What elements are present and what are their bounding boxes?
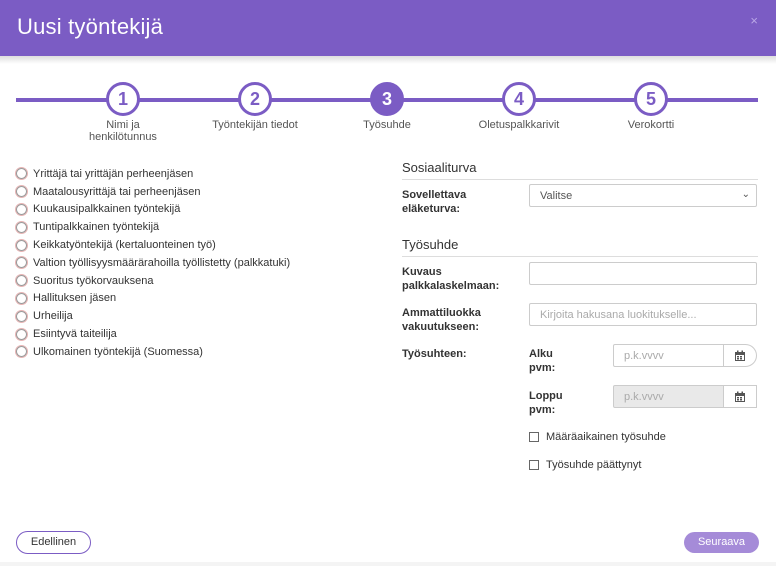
checkbox[interactable] [529,460,539,470]
radio-option[interactable]: Esiintyvä taiteilija [16,325,356,343]
radio-label: Hallituksen jäsen [33,292,117,305]
start-date-input[interactable]: p.k.vvvv [613,344,724,367]
radio-option[interactable]: Hallituksen jäsen [16,290,356,308]
radio-button[interactable] [16,186,27,198]
chevron-down-icon: ⌄ [741,189,750,200]
radio-label: Valtion työllisyysmäärärahoilla työllist… [33,256,291,269]
step-label: Oletuspalkkarivit [478,119,560,131]
checkbox[interactable] [529,432,539,442]
step-3[interactable]: 3 Työsuhde [317,82,457,131]
step-number: 4 [502,82,536,116]
radio-option[interactable]: Kuukausipalkkainen työntekijä [16,201,356,219]
employment-type-list: Yrittäjä tai yrittäjän perheenjäsen Maat… [16,165,356,361]
radio-label: Esiintyvä taiteilija [33,328,117,341]
end-date-label: Loppu pvm: [529,390,563,416]
pay-description-label: Kuvaus palkkalaskelmaan: [402,266,500,292]
stepper: 1 Nimi ja henkilötunnus 2 Työntekijän ti… [0,82,776,143]
start-date-label: Alku pvm: [529,348,556,374]
step-label: Työsuhde [363,119,411,131]
radio-button[interactable] [16,346,27,358]
step-5[interactable]: 5 Verokortti [581,82,721,131]
occupation-search-input[interactable]: Kirjoita hakusana luokitukselle... [529,303,757,326]
radio-option[interactable]: Yrittäjä tai yrittäjän perheenjäsen [16,165,356,183]
employment-ended-label: Työsuhde päättynyt [546,459,642,471]
step-number: 2 [238,82,272,116]
radio-option[interactable]: Maatalousyrittäjä tai perheenjäsen [16,183,356,201]
radio-button[interactable] [16,292,27,304]
social-security-title: Sosiaaliturva [402,160,758,180]
radio-option[interactable]: Suoritus työkorvauksena [16,272,356,290]
radio-label: Urheilija [33,310,73,323]
radio-label: Ulkomainen työntekijä (Suomessa) [33,345,203,358]
bottom-border [0,562,776,566]
radio-label: Keikkatyöntekijä (kertaluonteinen työ) [33,239,216,252]
dialog-header: Uusi työntekijä × [0,0,776,56]
radio-option[interactable]: Urheilija [16,307,356,325]
radio-label: Maatalousyrittäjä tai perheenjäsen [33,185,201,198]
period-label: Työsuhteen: [402,348,467,360]
end-date-input: p.k.vvvv [613,385,724,408]
radio-button[interactable] [16,203,27,215]
radio-button[interactable] [16,275,27,287]
radio-option[interactable]: Ulkomainen työntekijä (Suomessa) [16,343,356,361]
step-2[interactable]: 2 Työntekijän tiedot [185,82,325,131]
fixed-term-checkbox[interactable]: Määräaikainen työsuhde [529,431,666,443]
employment-ended-checkbox[interactable]: Työsuhde päättynyt [529,459,641,471]
radio-label: Yrittäjä tai yrittäjän perheenjäsen [33,167,194,180]
pension-select[interactable]: Valitse ⌄ [529,184,757,207]
radio-label: Tuntipalkkainen työntekijä [33,221,160,234]
close-icon[interactable]: × [750,13,758,28]
step-number: 1 [106,82,140,116]
employment-form: Sosiaaliturva Sovellettava eläketurva: V… [402,158,758,488]
radio-label: Suoritus työkorvauksena [33,274,154,287]
occupation-label: Ammattiluokka vakuutukseen: [402,307,481,333]
radio-option[interactable]: Tuntipalkkainen työntekijä [16,218,356,236]
calendar-icon[interactable] [723,344,757,367]
radio-button[interactable] [16,221,27,233]
header-shadow [0,56,776,64]
pay-description-input[interactable] [529,262,757,285]
next-button[interactable]: Seuraava [684,532,759,553]
radio-button[interactable] [16,310,27,322]
radio-label: Kuukausipalkkainen työntekijä [33,203,181,216]
fixed-term-label: Määräaikainen työsuhde [546,431,666,443]
dialog-title: Uusi työntekijä [17,14,164,39]
radio-button[interactable] [16,328,27,340]
radio-option[interactable]: Valtion työllisyysmäärärahoilla työllist… [16,254,356,272]
step-number: 3 [370,82,404,116]
calendar-icon [723,385,757,408]
step-4[interactable]: 4 Oletuspalkkarivit [449,82,589,131]
employment-title: Työsuhde [402,237,758,257]
step-label: Verokortti [627,119,675,131]
radio-button[interactable] [16,168,27,180]
radio-button[interactable] [16,239,27,251]
previous-button[interactable]: Edellinen [16,531,91,554]
step-label: Nimi ja henkilötunnus [89,119,157,143]
step-label: Työntekijän tiedot [212,119,298,131]
pension-label: Sovellettava eläketurva: [402,189,467,215]
radio-button[interactable] [16,257,27,269]
step-1[interactable]: 1 Nimi ja henkilötunnus [53,82,193,143]
radio-option[interactable]: Keikkatyöntekijä (kertaluonteinen työ) [16,236,356,254]
step-number: 5 [634,82,668,116]
pension-select-value: Valitse [540,190,573,202]
